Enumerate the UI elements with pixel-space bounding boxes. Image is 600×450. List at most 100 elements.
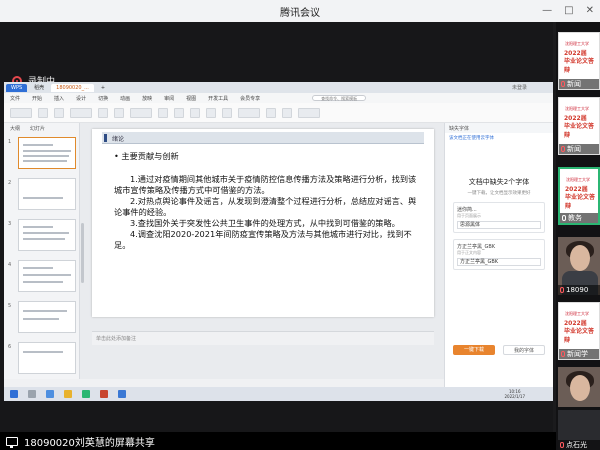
- align-center-icon[interactable]: [222, 107, 232, 118]
- meeting-icon[interactable]: [118, 390, 126, 398]
- menu-design[interactable]: 设计: [76, 95, 86, 102]
- participant-tile-7[interactable]: 点石光: [558, 410, 600, 450]
- cloud-font-link[interactable]: 该文档正在使用云字体: [445, 133, 553, 143]
- copy-icon[interactable]: [54, 107, 64, 118]
- tab-docer[interactable]: 稻壳: [29, 83, 49, 92]
- menu-slideshow[interactable]: 放映: [142, 95, 152, 102]
- menu-home[interactable]: 开始: [32, 95, 42, 102]
- mic-muted-icon: [560, 287, 564, 293]
- font-panel-title: 文档中缺失2个字体: [468, 178, 530, 186]
- participant-tile-4[interactable]: 18090: [558, 237, 600, 295]
- participant-name: 新闻学: [567, 350, 588, 358]
- slide-section-title: 绪论: [112, 136, 125, 143]
- speaker-notes[interactable]: 单击此处添加备注: [92, 331, 434, 345]
- participant-tile-6[interactable]: [558, 367, 600, 407]
- title-bar: 腾讯会议 — □ ✕: [0, 0, 600, 22]
- command-search[interactable]: 查找命令、搜索模板: [312, 95, 367, 101]
- close-icon[interactable]: ✕: [586, 5, 594, 16]
- slide-thumb-6[interactable]: 6: [8, 342, 76, 374]
- arrange-icon[interactable]: [282, 107, 292, 118]
- wps-tab-bar: WPS 稻壳 18090020_... + 未登录: [4, 82, 553, 93]
- participant-tile-5[interactable]: 沈阳理工大学 2022届 毕业论文答辩 新闻学: [558, 302, 600, 360]
- download-fonts-button[interactable]: 一键下载: [453, 345, 495, 355]
- slides-tab[interactable]: 幻灯片: [30, 125, 45, 132]
- find-button[interactable]: [298, 107, 320, 118]
- start-icon[interactable]: [10, 390, 18, 398]
- participant-name: 18090: [566, 286, 589, 294]
- slide-thumbnails: 大纲 幻灯片 1 2 3 4 5 6: [4, 123, 84, 387]
- participant-name: 新闻: [567, 145, 581, 153]
- wechat-icon[interactable]: [82, 390, 90, 398]
- menu-file[interactable]: 文件: [10, 95, 20, 102]
- mic-muted-icon: [560, 442, 564, 448]
- menu-view[interactable]: 视图: [186, 95, 196, 102]
- menu-devtools[interactable]: 开发工具: [208, 95, 228, 102]
- thumbs-header: 大纲 幻灯片: [4, 123, 79, 133]
- slide-thumb-2[interactable]: 2: [8, 178, 76, 210]
- participant-tile-2[interactable]: 沈阳理工大学 2022届 毕业论文答辩 新闻: [558, 97, 600, 155]
- window-title: 腾讯会议: [280, 8, 320, 19]
- cut-icon[interactable]: [38, 107, 48, 118]
- mic-icon: [562, 215, 566, 221]
- menu-animation[interactable]: 动画: [120, 95, 130, 102]
- slide-thumb-3[interactable]: 3: [8, 219, 76, 251]
- paragraph-2: 2.对热点舆论事件及谣言，从发现到澄清整个过程进行分析，总结应对谣言、舆论事件的…: [114, 196, 417, 217]
- participant-name: 新闻: [567, 80, 581, 88]
- ribbon: [4, 103, 553, 123]
- thumbnail-scrollbar[interactable]: [81, 223, 84, 283]
- tab-wps[interactable]: WPS: [6, 83, 28, 92]
- mic-muted-icon: [561, 81, 565, 87]
- search-icon[interactable]: [28, 390, 36, 398]
- windows-taskbar: 10:16 2022/1/17: [4, 387, 553, 401]
- menu-insert[interactable]: 插入: [54, 95, 64, 102]
- mic-muted-icon: [561, 146, 565, 152]
- font-panel-actions: 一键下载 我的字体: [453, 345, 545, 355]
- outline-tab[interactable]: 大纲: [10, 125, 20, 132]
- bold-icon[interactable]: [158, 107, 168, 118]
- menu-transition[interactable]: 切换: [98, 95, 108, 102]
- slide-body-text[interactable]: • 主要贡献与创新 1.通过对疫情期间其他城市关于疫情防控信息传播方法及策略进行…: [114, 151, 420, 251]
- participant-name: 教务: [568, 214, 582, 222]
- slide-canvas[interactable]: 绪论 • 主要贡献与创新 1.通过对疫情期间其他城市关于疫情防控信息传播方法及策…: [92, 129, 434, 317]
- underline-icon[interactable]: [190, 107, 200, 118]
- layout-icon[interactable]: [98, 107, 108, 118]
- new-slide-button[interactable]: [70, 107, 92, 118]
- paste-button[interactable]: [10, 107, 32, 118]
- folder-icon[interactable]: [64, 390, 72, 398]
- participant-tile-1[interactable]: 沈阳理工大学 2022届 毕业论文答辩 新闻: [558, 32, 600, 90]
- tab-new[interactable]: +: [96, 84, 110, 92]
- tab-document[interactable]: 18090020_...: [51, 83, 94, 92]
- participant-gallery: 沈阳理工大学 2022届 毕业论文答辩 新闻 沈阳理工大学 2022届 毕业论文…: [556, 22, 600, 450]
- menu-member[interactable]: 会员专享: [240, 95, 260, 102]
- font-select[interactable]: [130, 107, 152, 118]
- wps-window: WPS 稻壳 18090020_... + 未登录 文件 开始 插入 设计 切换…: [4, 82, 553, 387]
- maximize-icon[interactable]: □: [564, 5, 573, 16]
- reset-icon[interactable]: [114, 107, 124, 118]
- slide-bullet: • 主要贡献与创新: [114, 151, 179, 161]
- wps-body: 大纲 幻灯片 1 2 3 4 5 6 绪论 • 主要贡献与创新 1.通过对疫情期…: [4, 123, 553, 387]
- slide-thumb-1[interactable]: 1: [8, 137, 76, 169]
- wps-menu-bar: 文件 开始 插入 设计 切换 动画 放映 审阅 视图 开发工具 会员专享 查找命…: [4, 93, 553, 103]
- sharer-name: 18090020刘英慧的屏幕共享: [24, 437, 155, 449]
- italic-icon[interactable]: [174, 107, 184, 118]
- slide-header-bar: 绪论: [102, 132, 424, 144]
- slide-thumb-4[interactable]: 4: [8, 260, 76, 292]
- screen-share-label: 18090020刘英慧的屏幕共享: [0, 432, 556, 450]
- paragraph-1: 1.通过对疫情期间其他城市关于疫情防控信息传播方法及策略进行分析，找到该城市宣传…: [114, 174, 417, 195]
- browser-icon[interactable]: [46, 390, 54, 398]
- font-card-1[interactable]: 迷你简... 用于页面展示 思源黑体: [453, 202, 545, 233]
- status-bar: [4, 379, 444, 387]
- shape-icon[interactable]: [266, 107, 276, 118]
- my-fonts-button[interactable]: 我的字体: [503, 345, 545, 355]
- wps-icon[interactable]: [100, 390, 108, 398]
- font-panel-subtitle: 一键下载，让文档显示效果更好: [467, 191, 531, 196]
- slide-thumb-5[interactable]: 5: [8, 301, 76, 333]
- login-status[interactable]: 未登录: [512, 84, 527, 91]
- textbox-button[interactable]: [238, 107, 260, 118]
- screen-share-icon: [6, 436, 18, 448]
- participant-tile-3[interactable]: 沈阳理工大学 2022届 毕业论文答辩 教务: [558, 167, 600, 225]
- menu-review[interactable]: 审阅: [164, 95, 174, 102]
- align-left-icon[interactable]: [206, 107, 216, 118]
- font-card-2[interactable]: 方正兰亭黑_GBK 用于正文内容 方正兰亭黑_GBK: [453, 239, 545, 270]
- minimize-icon[interactable]: —: [542, 5, 552, 16]
